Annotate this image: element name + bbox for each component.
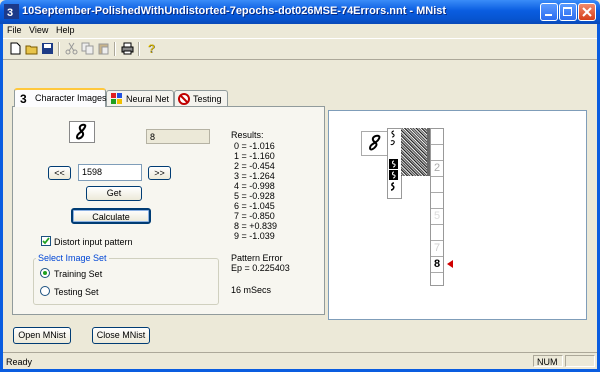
- close-mnist-button[interactable]: Close MNist: [92, 327, 150, 344]
- result-line: 0 = -1.016: [234, 141, 275, 151]
- digit-three-icon: 3: [20, 92, 27, 104]
- input-digit-glyph: [368, 134, 381, 151]
- result-line: 1 = -1.160: [234, 151, 275, 161]
- paste-icon[interactable]: [97, 42, 110, 55]
- status-pane: [565, 355, 595, 367]
- distort-label: Distort input pattern: [54, 237, 133, 247]
- next-image-button[interactable]: >>: [148, 166, 171, 180]
- result-line: 6 = -1.045: [234, 201, 275, 211]
- training-set-label: Training Set: [54, 269, 103, 279]
- tab-label: Character Images: [35, 93, 107, 103]
- layer1-feature-maps: [387, 128, 402, 199]
- image-index-input[interactable]: 1598: [78, 164, 142, 181]
- svg-text:3: 3: [7, 7, 13, 19]
- svg-text:3: 3: [20, 92, 27, 104]
- toolbar-separator: [58, 42, 60, 56]
- output-cell: [431, 145, 443, 161]
- output-cell-8: 8: [431, 257, 443, 273]
- result-line: 9 = -1.039: [234, 231, 275, 241]
- menu-view[interactable]: View: [29, 25, 48, 35]
- image-set-group: [33, 258, 219, 305]
- testing-set-label: Testing Set: [54, 287, 99, 297]
- minimize-button[interactable]: [540, 3, 558, 21]
- result-line: 4 = -0.998: [234, 181, 275, 191]
- checkmark-icon: [42, 237, 50, 245]
- layer2-feature-maps: [401, 128, 427, 176]
- distort-checkbox[interactable]: [41, 236, 51, 246]
- result-line: 7 = -0.850: [234, 211, 275, 221]
- tab-label: Testing: [193, 94, 222, 104]
- maximize-button[interactable]: [559, 3, 577, 21]
- calculate-button[interactable]: Calculate: [71, 208, 151, 224]
- recognized-value-field: 8: [146, 129, 210, 144]
- digit-image: [75, 123, 87, 140]
- pattern-error-label: Pattern Error: [231, 253, 283, 263]
- result-line: 8 = +0.839: [234, 221, 278, 231]
- testing-set-radio[interactable]: [40, 286, 50, 296]
- minimize-icon: [545, 14, 552, 16]
- status-bar: Ready NUM: [3, 352, 597, 370]
- previous-image-button[interactable]: <<: [48, 166, 71, 180]
- output-cell: [431, 177, 443, 193]
- num-lock-indicator: NUM: [533, 355, 563, 367]
- num-lock-label: NUM: [537, 357, 558, 367]
- output-cell: [431, 129, 443, 145]
- menu-bar: File View Help: [3, 24, 597, 38]
- training-set-radio[interactable]: [40, 268, 50, 278]
- tab-neural-net[interactable]: Neural Net: [106, 90, 174, 106]
- close-icon: [582, 7, 592, 17]
- status-text: Ready: [6, 357, 33, 367]
- print-icon[interactable]: [121, 42, 134, 55]
- neural-net-icon: [111, 93, 122, 104]
- help-icon[interactable]: ??: [145, 42, 158, 55]
- layer1-glyphs: [389, 130, 398, 191]
- timing-label: 16 mSecs: [231, 285, 272, 295]
- pattern-error-value: Ep = 0.225403: [231, 263, 290, 273]
- radio-selected-dot: [43, 271, 47, 275]
- svg-text:?: ?: [148, 42, 155, 55]
- save-icon[interactable]: [41, 42, 54, 55]
- toolbar-separator: [138, 42, 140, 56]
- copy-icon[interactable]: [81, 42, 94, 55]
- output-cell-5: 5: [431, 209, 443, 225]
- result-line: 2 = -0.454: [234, 161, 275, 171]
- output-layer-column: 2 5 7 8: [430, 128, 444, 286]
- selected-output-marker-icon: [447, 260, 453, 268]
- output-cell-7: 7: [431, 241, 443, 257]
- output-cell: [431, 273, 443, 285]
- menu-help[interactable]: Help: [56, 25, 75, 35]
- maximize-icon: [563, 7, 572, 16]
- window-title: 10September-PolishedWithUndistorted-7epo…: [22, 5, 447, 17]
- result-line: 3 = -1.264: [234, 171, 275, 181]
- output-cell-2: 2: [431, 161, 443, 177]
- result-line: 5 = -0.928: [234, 191, 275, 201]
- open-folder-icon[interactable]: [25, 42, 38, 55]
- network-visualization: 2 5 7 8: [328, 110, 587, 320]
- results-heading: Results:: [231, 130, 264, 140]
- close-window-button[interactable]: [578, 3, 596, 21]
- tab-label: Neural Net: [126, 94, 170, 104]
- new-file-icon[interactable]: [9, 42, 22, 55]
- testing-icon: [178, 93, 190, 105]
- menu-file[interactable]: File: [7, 25, 22, 35]
- app-icon: 3: [4, 4, 19, 19]
- output-cell: [431, 193, 443, 209]
- open-mnist-button[interactable]: Open MNist: [13, 327, 71, 344]
- toolbar-separator: [114, 42, 116, 56]
- image-set-legend: Select Image Set: [36, 253, 109, 263]
- output-cell: [431, 225, 443, 241]
- toolbar: ??: [3, 38, 597, 60]
- tab-character-images[interactable]: 3 Character Images: [14, 88, 107, 107]
- tab-testing[interactable]: Testing: [174, 90, 228, 106]
- frame-left: [0, 24, 3, 372]
- get-button[interactable]: Get: [86, 186, 142, 201]
- digit-preview: [69, 121, 95, 143]
- cut-icon[interactable]: [65, 42, 78, 55]
